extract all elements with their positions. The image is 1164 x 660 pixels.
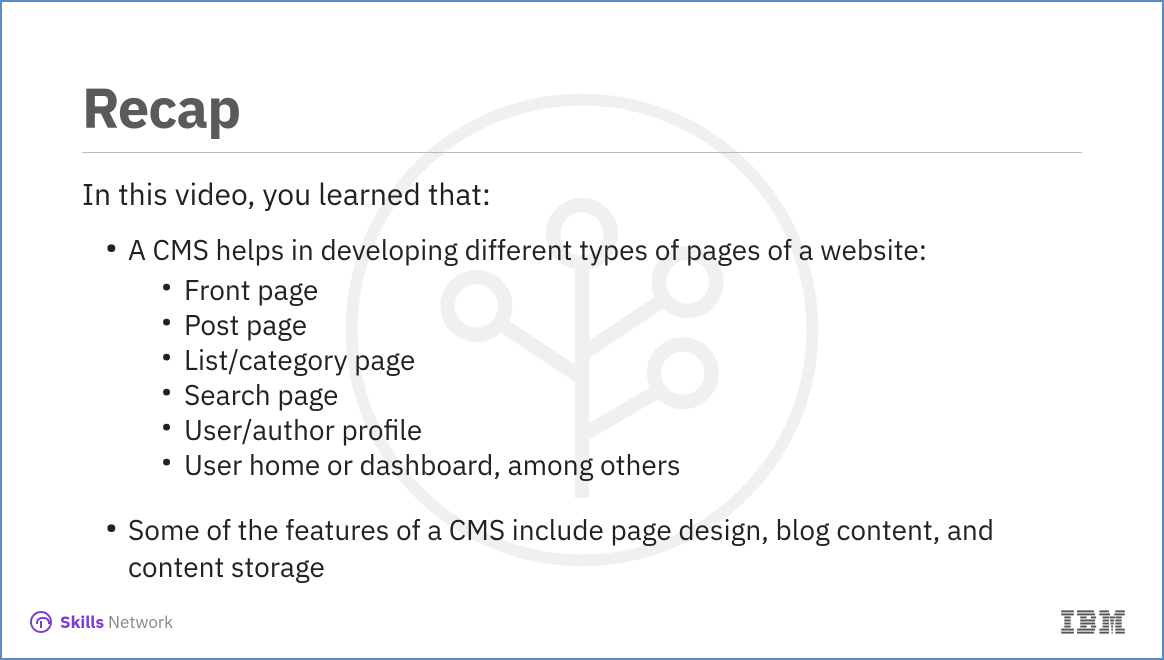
skills-gray-text: Network — [104, 611, 173, 633]
slide-content: Recap In this video, you learned that: A… — [2, 2, 1162, 585]
ibm-logo — [1061, 610, 1125, 634]
sub-bullet-item: Post page — [166, 307, 1082, 342]
skills-network-brand: Skills Network — [30, 611, 173, 633]
sub-bullet-item: User/author profile — [166, 412, 1082, 447]
bullet-text: Some of the features of a CMS include pa… — [128, 511, 994, 584]
main-bullet-list: A CMS helps in developing different type… — [82, 232, 1082, 585]
skills-bold-text: Skills — [60, 611, 104, 633]
bullet-text: A CMS helps in developing different type… — [128, 231, 927, 268]
title-divider — [82, 152, 1082, 153]
sub-bullet-item: List/category page — [166, 342, 1082, 377]
sub-bullet-item: Front page — [166, 272, 1082, 307]
sub-bullet-list: Front page Post page List/category page … — [128, 272, 1082, 482]
bullet-item: A CMS helps in developing different type… — [110, 232, 1082, 482]
intro-text: In this video, you learned that: — [82, 175, 1082, 214]
slide-footer: Skills Network — [30, 610, 1122, 634]
skills-network-icon — [30, 611, 52, 633]
slide-title: Recap — [82, 72, 1082, 144]
sub-bullet-item: Search page — [166, 377, 1082, 412]
sub-bullet-item: User home or dashboard, among others — [166, 447, 1082, 482]
skills-network-text: Skills Network — [60, 611, 173, 633]
bullet-item: Some of the features of a CMS include pa… — [110, 512, 1082, 585]
